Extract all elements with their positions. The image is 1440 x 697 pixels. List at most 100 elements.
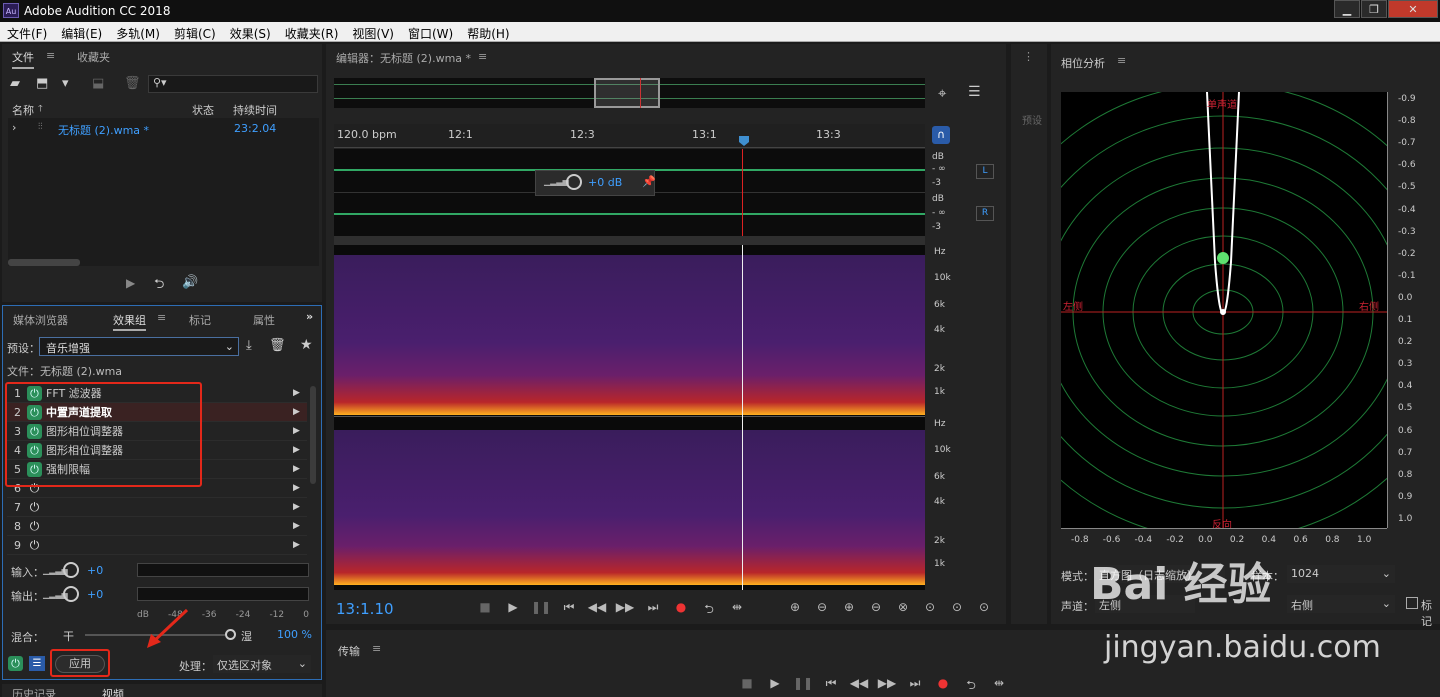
snap-magnet-icon[interactable]: ∩	[932, 126, 950, 144]
expand-arrow-icon[interactable]: ▶	[293, 483, 307, 493]
zoom-in-time-icon[interactable]: ⊕	[838, 600, 860, 614]
menu-edit[interactable]: 编辑(E)	[54, 22, 109, 41]
zoom-right-edge-icon[interactable]: ⊙	[973, 600, 995, 614]
new-file-icon[interactable]: ▾	[62, 76, 69, 91]
preset-dropdown[interactable]: 音乐增强 ⌄	[39, 337, 239, 356]
expand-arrow-icon[interactable]: ▶	[293, 426, 307, 436]
pause-icon[interactable]: ❚❚	[530, 600, 552, 621]
fast-forward-icon[interactable]: ▶▶	[614, 600, 636, 621]
mix-slider-handle[interactable]	[225, 629, 236, 640]
file-list-scrollbar[interactable]	[8, 259, 80, 266]
skip-selection-icon[interactable]: ⇹	[988, 676, 1010, 697]
power-icon[interactable]: ⏻	[27, 500, 42, 515]
loop-icon[interactable]: ⮌	[698, 600, 720, 621]
play-icon[interactable]: ▶	[502, 600, 524, 621]
menu-help[interactable]: 帮助(H)	[460, 22, 516, 41]
rewind-icon[interactable]: ◀◀	[586, 600, 608, 621]
phase-title[interactable]: 相位分析	[1061, 55, 1105, 71]
current-time[interactable]: 13:1.10	[336, 600, 394, 618]
hud-gain-knob[interactable]	[566, 174, 582, 190]
menu-favorites[interactable]: 收藏夹(R)	[278, 22, 346, 41]
col-status[interactable]: 状态	[192, 102, 214, 118]
expand-chevron-icon[interactable]: ›	[12, 121, 16, 134]
tab-properties[interactable]: 属性	[253, 312, 275, 328]
expand-arrow-icon[interactable]: ▶	[293, 540, 307, 550]
play-icon[interactable]: ▶	[764, 676, 786, 697]
channel-l-button[interactable]: L	[976, 164, 994, 179]
skip-selection-icon[interactable]: ⇹	[726, 600, 748, 621]
go-to-end-icon[interactable]: ⏭	[642, 600, 664, 621]
zoom-out-amplitude-icon[interactable]: ⊖	[811, 600, 833, 614]
tab-media-browser[interactable]: 媒体浏览器	[13, 312, 68, 328]
col-name[interactable]: 名称	[12, 102, 34, 118]
playhead-marker[interactable]	[739, 136, 749, 146]
editor-title[interactable]: 编辑器：无标题 (2).wma *	[336, 50, 471, 66]
effects-menu-icon[interactable]: ≡	[157, 311, 166, 324]
menu-file[interactable]: 文件(F)	[0, 22, 54, 41]
save-preset-icon[interactable]: ⤓	[246, 338, 252, 353]
input-knob[interactable]	[63, 562, 79, 578]
waveform-view[interactable]: ▁▂▃▅ +0 dB 📌	[334, 149, 925, 236]
input-value[interactable]: +0	[87, 564, 103, 577]
tab-effects-rack[interactable]: 效果组	[113, 312, 146, 331]
channel2-dropdown[interactable]: 右侧 ⌄	[1287, 595, 1395, 613]
view-splitter[interactable]	[334, 236, 925, 245]
expand-arrow-icon[interactable]: ▶	[293, 445, 307, 455]
menu-view[interactable]: 视图(V)	[345, 22, 401, 41]
presets-label[interactable]: 预设	[1022, 112, 1042, 127]
expand-arrow-icon[interactable]: ▶	[293, 407, 307, 417]
expand-arrow-icon[interactable]: ▶	[293, 521, 307, 531]
loop-icon[interactable]: ⮌	[960, 676, 982, 697]
output-value[interactable]: +0	[87, 588, 103, 601]
overview-viewport[interactable]	[594, 78, 660, 108]
zoom-left-edge-icon[interactable]: ⊙	[946, 600, 968, 614]
pause-icon[interactable]: ❚❚	[792, 676, 814, 697]
power-icon[interactable]: ⏻	[27, 538, 42, 553]
hud-gain-value[interactable]: +0 dB	[588, 176, 622, 189]
expand-arrow-icon[interactable]: ▶	[293, 502, 307, 512]
zoom-center-icon[interactable]: ⌖	[938, 84, 946, 102]
save-icon[interactable]: ⬓	[92, 76, 104, 91]
rewind-icon[interactable]: ◀◀	[848, 676, 870, 697]
menu-effects[interactable]: 效果(S)	[223, 22, 278, 41]
effect-slot[interactable]: 7 ⏻ ▶	[7, 498, 307, 517]
stop-icon[interactable]: ■	[736, 676, 758, 697]
close-icon[interactable]: ✕	[1388, 0, 1438, 18]
overview-waveform[interactable]	[334, 78, 925, 108]
go-to-start-icon[interactable]: ⏮	[558, 600, 580, 621]
power-icon[interactable]: ⏻	[27, 519, 42, 534]
channel-r-button[interactable]: R	[976, 206, 994, 221]
file-name[interactable]: 无标题 (2).wma *	[58, 122, 149, 138]
output-knob[interactable]	[63, 586, 79, 602]
menu-clip[interactable]: 剪辑(C)	[167, 22, 223, 41]
mix-value[interactable]: 100 %	[277, 628, 312, 641]
zoom-out-time-icon[interactable]: ⊖	[865, 600, 887, 614]
tab-favorites[interactable]: 收藏夹	[77, 49, 110, 65]
favorite-star-icon[interactable]: ★	[300, 337, 313, 353]
zoom-out-full-icon[interactable]: ⊗	[892, 600, 914, 614]
maximize-icon[interactable]: ❐	[1361, 0, 1387, 18]
transport-menu-icon[interactable]: ≡	[372, 642, 381, 655]
layout-icon[interactable]: ☰	[968, 84, 981, 100]
play-icon[interactable]: ▶	[126, 276, 135, 290]
spectral-view[interactable]	[334, 245, 925, 590]
pin-icon[interactable]: 📌	[642, 175, 656, 188]
time-ruler[interactable]: 120.0 bpm 12:1 12:3 13:1 13:3	[334, 124, 925, 148]
expand-arrow-icon[interactable]: ▶	[293, 388, 307, 398]
effect-slot[interactable]: 9 ⏻ ▶	[7, 536, 307, 555]
record-icon[interactable]: ●	[670, 600, 692, 621]
effects-list-scrollbar[interactable]	[310, 386, 316, 484]
files-menu-icon[interactable]: ≡	[46, 49, 55, 62]
search-input[interactable]: ⚲▾	[148, 75, 318, 93]
tab-markers[interactable]: 标记	[189, 312, 211, 328]
loop-icon[interactable]: ⮌	[154, 275, 164, 297]
rack-power-icon[interactable]: ⏻	[8, 656, 23, 671]
list-view-icon[interactable]: ☰	[29, 656, 45, 671]
tab-history[interactable]: 历史记录	[12, 686, 56, 697]
autoplay-icon[interactable]: 🔊	[182, 275, 198, 290]
phase-menu-icon[interactable]: ≡	[1117, 54, 1126, 67]
more-tabs-icon[interactable]: »	[306, 310, 313, 323]
go-to-start-icon[interactable]: ⏮	[820, 676, 842, 697]
editor-menu-icon[interactable]: ≡	[478, 50, 487, 63]
fast-forward-icon[interactable]: ▶▶	[876, 676, 898, 697]
